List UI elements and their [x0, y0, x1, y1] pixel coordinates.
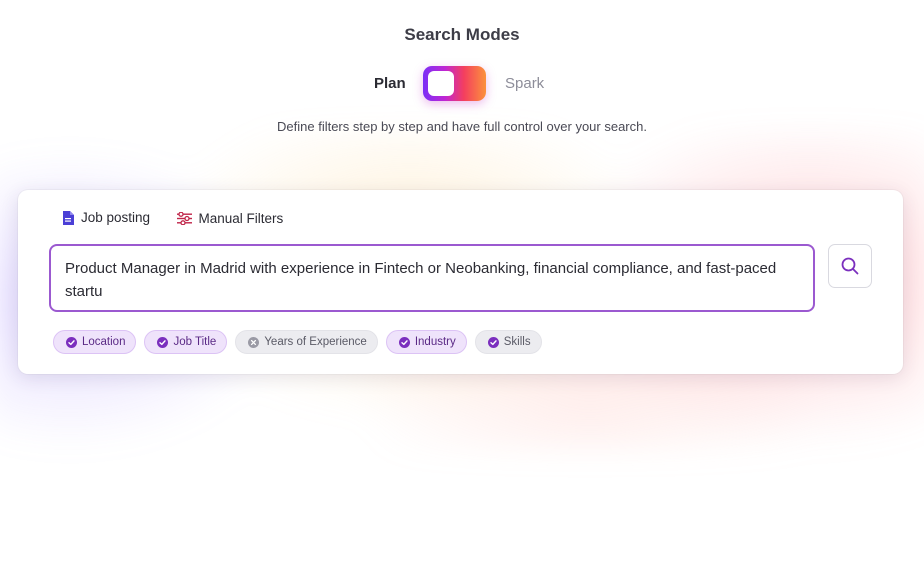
mode-description: Define filters step by step and have ful… — [277, 119, 647, 134]
chip-years-of-experience[interactable]: Years of Experience — [235, 330, 378, 354]
sliders-icon — [176, 211, 192, 225]
input-tabs: Job posting Manual Filters — [62, 210, 305, 230]
search-input[interactable]: Product Manager in Madrid with experienc… — [49, 244, 815, 312]
chip-skills[interactable]: Skills — [474, 330, 542, 354]
filter-chips: Location Job Title Years of Experience I… — [53, 330, 550, 354]
page-title: Search Modes — [404, 25, 520, 44]
mode-label-plan[interactable]: Plan — [374, 75, 406, 92]
search-card: Job posting Manual Filters Product Manag… — [18, 190, 903, 374]
mode-switcher: Plan Spark — [0, 66, 924, 102]
close-circle-icon — [248, 336, 260, 348]
chip-industry[interactable]: Industry — [385, 330, 467, 354]
chip-location[interactable]: Location — [53, 330, 137, 354]
tab-job-posting-label: Job posting — [81, 210, 151, 225]
check-circle-icon — [487, 336, 499, 348]
check-circle-icon — [157, 336, 169, 348]
chip-label: Industry — [414, 336, 456, 348]
tab-job-posting[interactable]: Job posting — [62, 210, 150, 225]
chip-label: Location — [82, 336, 126, 348]
search-icon — [841, 257, 859, 275]
check-circle-icon — [66, 336, 77, 348]
chip-label: Skills — [503, 336, 531, 348]
page: Search Modes Plan Spark Define filters s… — [0, 0, 924, 586]
chip-label: Job Title — [173, 336, 217, 348]
document-icon — [63, 210, 74, 225]
mode-label-spark[interactable]: Spark — [505, 75, 544, 92]
chip-job-title[interactable]: Job Title — [144, 330, 228, 354]
toggle-knob — [428, 71, 454, 96]
tab-manual-filters[interactable]: Manual Filters — [176, 210, 284, 226]
search-button[interactable] — [828, 244, 872, 288]
check-circle-icon — [398, 336, 410, 348]
mode-toggle[interactable] — [423, 66, 486, 101]
chip-label: Years of Experience — [264, 336, 367, 348]
tab-manual-filters-label: Manual Filters — [198, 210, 284, 226]
